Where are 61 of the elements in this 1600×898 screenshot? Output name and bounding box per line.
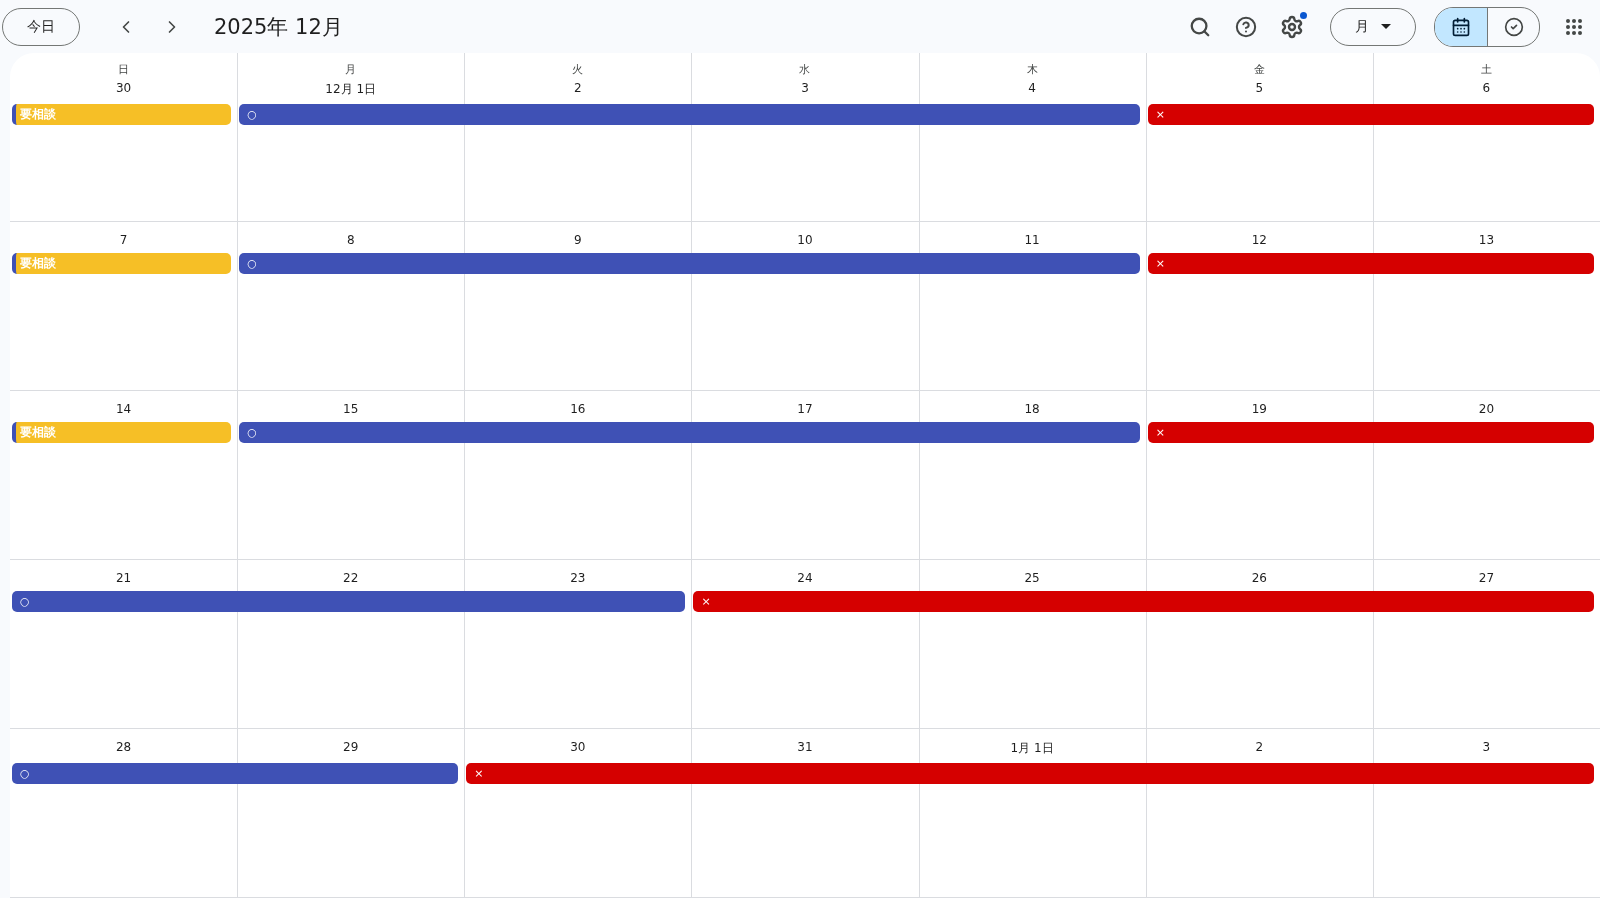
event-chip[interactable]: × <box>1147 422 1594 443</box>
date-label[interactable]: 4 <box>1028 81 1036 95</box>
date-label[interactable]: 17 <box>797 402 813 416</box>
date-label[interactable]: 11 <box>1024 233 1040 247</box>
date-label[interactable]: 30 <box>115 81 132 95</box>
date-label[interactable]: 9 <box>574 233 582 247</box>
event-chip[interactable]: ○ <box>239 253 1140 274</box>
date-label[interactable]: 8 <box>346 233 355 247</box>
event-chip[interactable]: ○ <box>239 104 1140 125</box>
date-label[interactable]: 2 <box>1255 740 1264 754</box>
event-chip[interactable]: ○ <box>12 591 686 612</box>
date-label[interactable]: 20 <box>1478 402 1495 416</box>
event-chip[interactable]: × <box>1147 104 1594 125</box>
date-label[interactable]: 1月 1日 <box>1010 740 1054 757</box>
date-label[interactable]: 12月 1日 <box>325 81 377 98</box>
gear-icon <box>1280 14 1304 39</box>
date-label[interactable]: 19 <box>1251 402 1267 416</box>
date-label[interactable]: 29 <box>343 740 359 754</box>
weekday-label: 日 <box>118 62 130 77</box>
weekday-label: 土 <box>1480 62 1492 77</box>
date-label[interactable]: 6 <box>1482 81 1491 95</box>
date-label[interactable]: 21 <box>115 571 132 585</box>
date-label[interactable]: 3 <box>801 81 809 95</box>
search-icon <box>1189 15 1211 38</box>
date-label[interactable]: 5 <box>1255 81 1264 95</box>
date-label[interactable]: 10 <box>797 233 813 247</box>
calendar-icon <box>1451 16 1471 37</box>
date-label[interactable]: 27 <box>1478 571 1495 585</box>
date-label[interactable]: 28 <box>115 740 132 754</box>
date-label[interactable]: 15 <box>343 402 359 416</box>
apps-grid-icon <box>1565 17 1583 36</box>
caret-icon <box>1381 24 1391 29</box>
event-chip[interactable]: × <box>466 763 1594 784</box>
date-label[interactable]: 30 <box>570 740 586 754</box>
date-label[interactable]: 3 <box>1482 740 1491 754</box>
date-label[interactable]: 23 <box>570 571 586 585</box>
weekday-label: 火 <box>572 62 584 77</box>
date-label[interactable]: 31 <box>797 740 813 754</box>
date-label[interactable]: 22 <box>343 571 359 585</box>
help-icon <box>1235 15 1257 38</box>
event-chip[interactable]: ○ <box>239 422 1140 443</box>
event-chip[interactable]: × <box>693 591 1594 612</box>
month-title: 2025年 12月 <box>214 13 343 41</box>
check-circle-icon <box>1503 16 1524 37</box>
weekday-label: 木 <box>1026 62 1038 77</box>
date-label[interactable]: 13 <box>1478 233 1495 247</box>
date-label[interactable]: 12 <box>1251 233 1267 247</box>
date-label[interactable]: 18 <box>1024 402 1040 416</box>
date-label[interactable]: 7 <box>119 233 128 247</box>
date-label[interactable]: 24 <box>797 571 813 585</box>
calendar-view-button[interactable] <box>1435 7 1487 46</box>
date-label[interactable]: 2 <box>574 81 582 95</box>
weekday-label: 月 <box>345 62 357 77</box>
event-chip[interactable]: × <box>1147 253 1594 274</box>
date-label[interactable]: 14 <box>115 402 132 416</box>
weekday-label: 金 <box>1253 62 1265 77</box>
event-chip[interactable]: ○ <box>12 763 459 784</box>
date-label[interactable]: 25 <box>1024 571 1040 585</box>
date-label[interactable]: 16 <box>570 402 586 416</box>
date-label[interactable]: 26 <box>1251 571 1267 585</box>
weekday-label: 水 <box>799 62 811 77</box>
